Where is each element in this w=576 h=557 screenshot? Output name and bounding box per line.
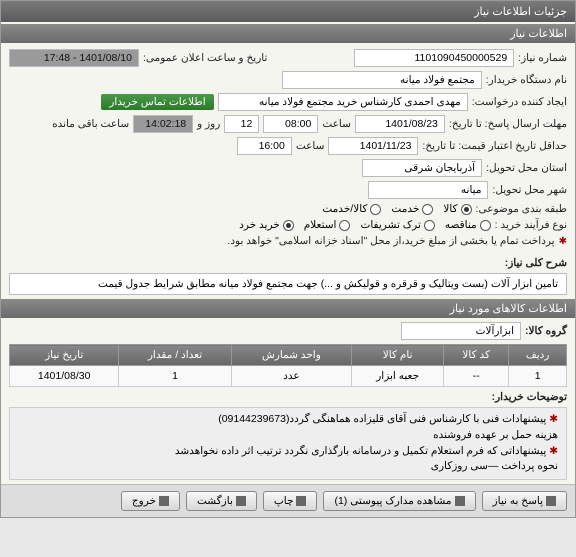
radio-cat-2[interactable]: کالا/خدمت: [322, 203, 381, 215]
cell-unit: عدد: [231, 366, 351, 387]
label-category: طبقه بندی موضوعی:: [476, 203, 567, 215]
radio-icon: [422, 204, 433, 215]
attach-icon: [455, 496, 465, 506]
reply-icon: [546, 496, 556, 506]
note-line: پیشنهادات فنی با کارشناس فنی آقای قلیزاد…: [18, 412, 558, 428]
radio-label: خرید خرد: [239, 219, 280, 231]
btn-label: مشاهده مدارک پیوستی (1): [334, 495, 451, 507]
radio-icon: [461, 204, 472, 215]
cell-date: 1401/08/30: [10, 366, 119, 387]
radio-category: کالا خدمت کالا/خدمت: [322, 203, 471, 215]
radio-icon: [480, 220, 491, 231]
field-price-date: 1401/11/23: [328, 137, 418, 155]
label-need-no: شماره نیاز:: [518, 52, 567, 64]
radio-label: ترک تشریفات: [360, 219, 420, 231]
label-need-desc: شرح کلی نیاز:: [505, 257, 567, 269]
field-requester: مهدی احمدی کارشناس خرید مجتمع فولاد میان…: [218, 93, 468, 111]
section-info: اطلاعات نیاز: [1, 24, 575, 43]
radio-proc-2[interactable]: استعلام: [304, 219, 351, 231]
field-province: آذربایجان شرقی: [362, 159, 482, 177]
exit-button[interactable]: خروج: [121, 491, 180, 511]
label-reply-deadline: مهلت ارسال پاسخ: تا تاریخ:: [449, 118, 567, 130]
label-goods-group: گروه کالا:: [525, 325, 567, 337]
th-code: کد کالا: [444, 345, 509, 366]
radio-icon: [370, 204, 381, 215]
label-public-date: تاریخ و ساعت اعلان عمومی:: [143, 52, 267, 64]
label-remain: ساعت باقی مانده: [52, 118, 129, 130]
bullet-icon: ✱: [559, 236, 567, 247]
radio-label: خدمت: [391, 203, 419, 215]
attachments-button[interactable]: مشاهده مدارک پیوستی (1): [323, 491, 475, 511]
label-buyer-org: نام دستگاه خریدار:: [486, 74, 567, 86]
field-buyer-org: مجتمع فولاد میانه: [282, 71, 482, 89]
th-qty: تعداد / مقدار: [119, 345, 231, 366]
cell-qty: 1: [119, 366, 231, 387]
need-desc: تامین ابزار آلات (بست ویتالیک و قرقره و …: [9, 273, 567, 295]
radio-proc-3[interactable]: خرید خرد: [239, 219, 294, 231]
radio-label: مناقصه: [445, 219, 477, 231]
label-province: استان محل تحویل:: [486, 162, 567, 174]
radio-label: استعلام: [304, 219, 337, 231]
field-remain-days: 12: [224, 115, 259, 133]
note-line: هزینه حمل بر عهده فروشنده: [18, 428, 558, 444]
field-goods-group: ابزارآلات: [401, 322, 521, 340]
pay-note: پرداخت تمام یا بخشی از مبلغ خرید،از محل …: [227, 235, 554, 247]
field-remain-time: 14:02:18: [133, 115, 193, 133]
button-bar: پاسخ به نیاز مشاهده مدارک پیوستی (1) چاپ…: [1, 484, 575, 517]
goods-table: ردیف کد کالا نام کالا واحد شمارش تعداد /…: [9, 344, 567, 387]
th-name: نام کالا: [352, 345, 444, 366]
back-button[interactable]: بازگشت: [186, 491, 257, 511]
label-buyer-notes: توضیحات خریدار:: [492, 391, 567, 403]
cell-index: 1: [509, 366, 567, 387]
field-need-no: 1101090450000529: [354, 49, 514, 67]
table-row[interactable]: 1 -- جعبه ابزار عدد 1 1401/08/30: [10, 366, 567, 387]
note-line: نحوه پرداخت —سی روزکاری: [18, 459, 558, 475]
btn-label: چاپ: [274, 495, 294, 507]
section-goods: اطلاعات کالاهای مورد نیاز: [1, 299, 575, 318]
radio-cat-1[interactable]: خدمت: [391, 203, 433, 215]
window-title: جزئیات اطلاعات نیاز: [1, 1, 575, 22]
radio-process: مناقصه ترک تشریفات استعلام خرید خرد: [239, 219, 491, 231]
label-requester: ایجاد کننده درخواست:: [472, 96, 567, 108]
buyer-notes: پیشنهادات فنی با کارشناس فنی آقای قلیزاد…: [9, 407, 567, 480]
exit-icon: [159, 496, 169, 506]
field-reply-time: 08:00: [263, 115, 318, 133]
radio-icon: [424, 220, 435, 231]
label-process: نوع فرآیند خرید :: [495, 219, 567, 231]
label-hour1: ساعت: [322, 118, 351, 130]
radio-icon: [283, 220, 294, 231]
contact-button[interactable]: اطلاعات تماس خریدار: [101, 94, 213, 110]
field-public-date: 1401/08/10 - 17:48: [9, 49, 139, 67]
form-area: شماره نیاز: 1101090450000529 تاریخ و ساع…: [1, 43, 575, 257]
label-city: شهر محل تحویل:: [492, 184, 567, 196]
cell-name: جعبه ابزار: [352, 366, 444, 387]
field-price-time: 16:00: [237, 137, 292, 155]
radio-icon: [339, 220, 350, 231]
back-icon: [236, 496, 246, 506]
th-date: تاریخ نیاز: [10, 345, 119, 366]
radio-label: کالا/خدمت: [322, 203, 367, 215]
th-index: ردیف: [509, 345, 567, 366]
label-days-and: روز و: [197, 118, 220, 130]
field-reply-date: 1401/08/23: [355, 115, 445, 133]
radio-cat-0[interactable]: کالا: [443, 203, 471, 215]
radio-proc-1[interactable]: ترک تشریفات: [360, 219, 434, 231]
btn-label: خروج: [132, 495, 156, 507]
radio-label: کالا: [443, 203, 457, 215]
note-line: پیشنهاداتی که فرم استعلام تکمیل و درساما…: [18, 444, 558, 460]
field-city: میانه: [368, 181, 488, 199]
window: جزئیات اطلاعات نیاز اطلاعات نیاز شماره ن…: [0, 0, 576, 518]
btn-label: بازگشت: [197, 495, 233, 507]
label-hour2: ساعت: [296, 140, 325, 152]
radio-proc-0[interactable]: مناقصه: [445, 219, 491, 231]
print-button[interactable]: چاپ: [263, 491, 318, 511]
label-price-valid: حداقل تاریخ اعتبار قیمت: تا تاریخ:: [422, 140, 567, 152]
print-icon: [296, 496, 306, 506]
btn-label: پاسخ به نیاز: [493, 495, 543, 507]
cell-code: --: [444, 366, 509, 387]
th-unit: واحد شمارش: [231, 345, 351, 366]
reply-button[interactable]: پاسخ به نیاز: [482, 491, 567, 511]
